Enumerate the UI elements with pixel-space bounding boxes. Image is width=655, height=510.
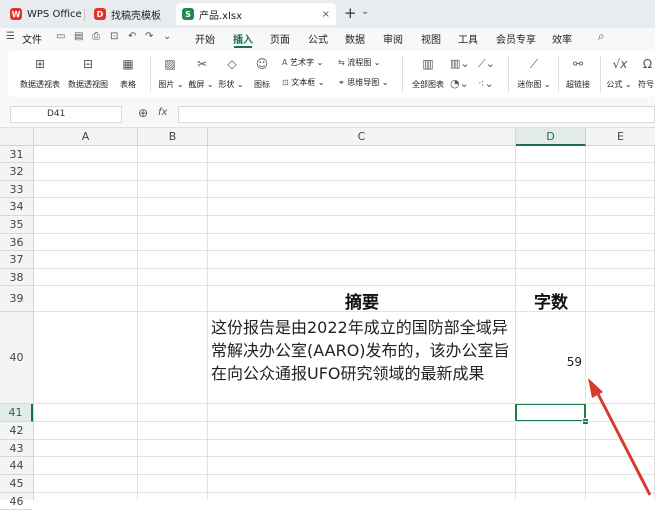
- annotation-arrow: [588, 378, 652, 496]
- arrow-shaft: [594, 389, 652, 496]
- arrow-head-icon: [588, 378, 603, 398]
